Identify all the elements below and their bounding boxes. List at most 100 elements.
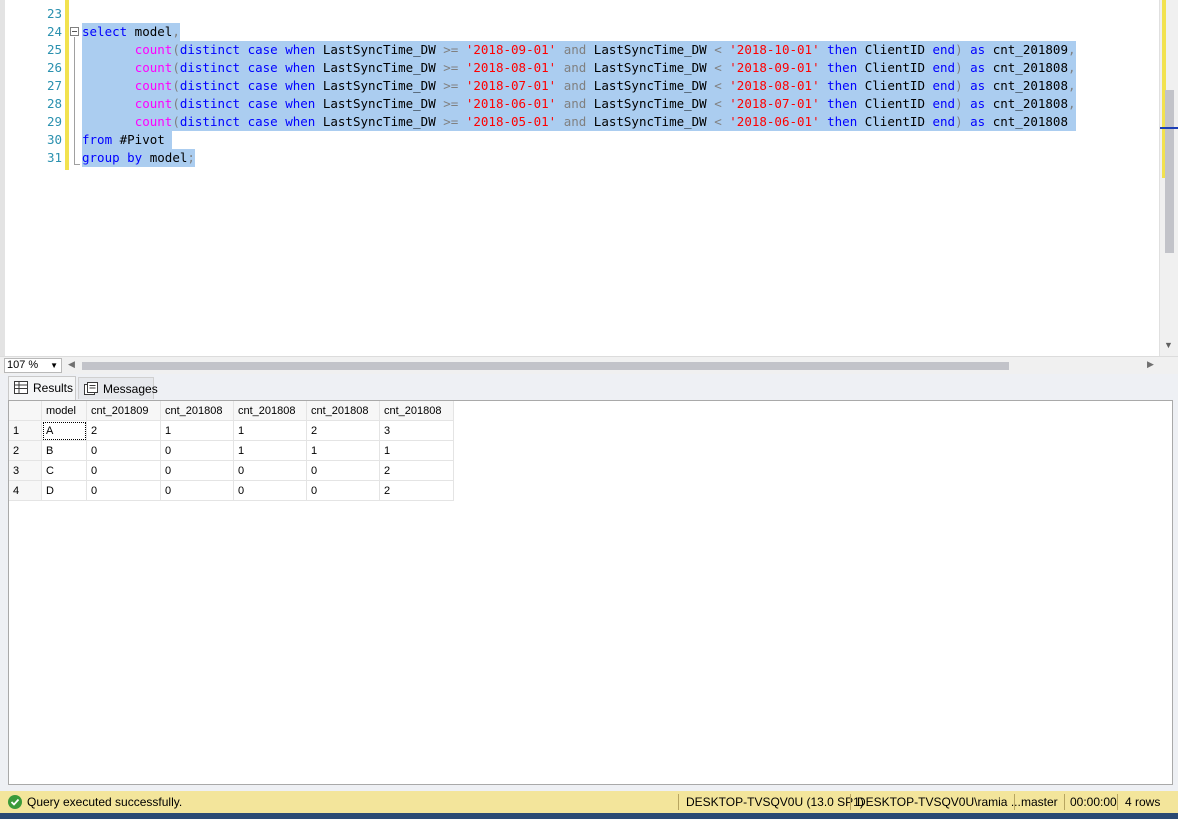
code-token: ClientID [857,60,933,75]
table-cell[interactable]: 1 [306,440,380,461]
status-separator [1064,794,1065,810]
table-row[interactable]: 3 C 0 0 0 0 2 [9,460,454,481]
table-cell[interactable]: 1 [160,420,234,441]
code-line[interactable]: 29 count(distinct case when LastSyncTime… [0,113,1155,131]
column-header[interactable]: cnt_201808 [306,401,380,421]
code-token: < [714,114,722,129]
column-header[interactable]: cnt_201808 [160,401,234,421]
code-token: ) [955,96,963,111]
code-line[interactable]: 24 select model, [0,23,1155,41]
column-header[interactable]: model [41,401,87,421]
results-grid[interactable]: model cnt_201809 cnt_201808 cnt_201808 c… [8,400,1173,785]
code-token: distinct case when [179,60,316,75]
code-text[interactable]: from #Pivot [82,131,173,149]
table-cell[interactable]: 0 [86,460,161,481]
code-line[interactable]: 26 count(distinct case when LastSyncTime… [0,59,1155,77]
table-cell[interactable]: 0 [86,480,161,501]
table-cell[interactable]: 0 [233,460,307,481]
editor-vertical-scrollbar[interactable]: ▼ [1159,0,1178,356]
code-text[interactable]: count(distinct case when LastSyncTime_DW… [82,77,1076,95]
table-cell[interactable]: A [41,420,87,441]
code-line[interactable]: 27 count(distinct case when LastSyncTime… [0,77,1155,95]
table-cell[interactable]: 0 [306,480,380,501]
code-line[interactable]: 23 [0,5,1155,23]
table-cell[interactable]: C [41,460,87,481]
code-token: end [932,114,956,129]
row-number[interactable]: 3 [9,460,42,481]
tab-results[interactable]: Results [8,376,76,400]
code-token: count [134,42,173,57]
code-line[interactable]: 31 group by model; [0,149,1155,167]
code-token: LastSyncTime_DW [315,42,444,57]
code-text[interactable]: count(distinct case when LastSyncTime_DW… [82,41,1076,59]
table-cell[interactable]: 0 [160,480,234,501]
horizontal-scrollbar-thumb[interactable] [82,362,1009,370]
row-number[interactable]: 1 [9,420,42,441]
code-text[interactable]: count(distinct case when LastSyncTime_DW… [82,113,1076,131]
code-text[interactable]: group by model; [82,149,195,167]
scroll-left-arrow-icon[interactable]: ◀ [68,359,75,370]
row-number-header[interactable] [9,401,42,421]
table-cell[interactable]: 0 [86,440,161,461]
code-token: cnt_201808 [985,96,1068,111]
zoom-select[interactable]: 107 % ▼ [4,358,62,373]
table-cell[interactable]: 2 [86,420,161,441]
query-editor[interactable]: 23 24 select model, 25 count(distinct case … [0,0,1178,356]
code-token: '2018-09-01' [729,60,820,75]
table-cell[interactable]: 0 [160,440,234,461]
code-line[interactable]: 25 count(distinct case when LastSyncTime… [0,41,1155,59]
table-row[interactable]: 4 D 0 0 0 0 2 [9,480,454,501]
table-cell[interactable]: 0 [160,460,234,481]
table-cell[interactable]: 1 [233,420,307,441]
table-cell[interactable]: 3 [379,420,454,441]
scroll-right-arrow-icon[interactable]: ▶ [1147,359,1154,370]
code-token: distinct case when [179,114,316,129]
code-token: ) [955,78,963,93]
code-token: '2018-08-01' [465,60,557,75]
code-token: ( [172,78,180,93]
outline-line [74,37,75,165]
code-token: , [1068,78,1076,93]
code-line[interactable]: 28 count(distinct case when LastSyncTime… [0,95,1155,113]
code-token: as [970,60,986,75]
header-row: model cnt_201809 cnt_201808 cnt_201808 c… [9,401,454,421]
table-cell[interactable]: B [41,440,87,461]
row-number[interactable]: 4 [9,480,42,501]
code-token: , [172,24,180,39]
row-number[interactable]: 2 [9,440,42,461]
collapse-toggle-icon[interactable] [70,27,79,36]
status-separator [850,794,851,810]
column-header[interactable]: cnt_201809 [86,401,161,421]
table-row[interactable]: 2 B 0 0 1 1 1 [9,440,454,461]
scroll-down-arrow-icon[interactable]: ▼ [1164,340,1173,350]
column-header[interactable]: cnt_201808 [233,401,307,421]
table-cell[interactable]: 2 [306,420,380,441]
tab-messages[interactable]: Messages [78,377,158,399]
column-header[interactable]: cnt_201808 [379,401,454,421]
code-token: end [932,78,956,93]
table-cell[interactable]: 0 [306,460,380,481]
code-text[interactable]: select model, [82,23,180,41]
code-text[interactable]: count(distinct case when LastSyncTime_DW… [82,95,1076,113]
table-cell[interactable]: D [41,480,87,501]
code-token: #Pivot [112,132,173,147]
table-cell[interactable]: 2 [379,460,454,481]
table-cell[interactable]: 1 [233,440,307,461]
table-cell[interactable]: 2 [379,480,454,501]
code-line[interactable]: 30 from #Pivot [0,131,1155,149]
table-cell[interactable]: 0 [233,480,307,501]
table-row[interactable]: 1 A 2 1 1 2 3 [9,420,454,441]
table-cell[interactable]: 1 [379,440,454,461]
scrollbar-thumb[interactable] [1165,90,1174,253]
chevron-down-icon[interactable]: ▼ [50,359,58,372]
code-text[interactable]: count(distinct case when LastSyncTime_DW… [82,59,1076,77]
code-token: ) [955,42,963,57]
